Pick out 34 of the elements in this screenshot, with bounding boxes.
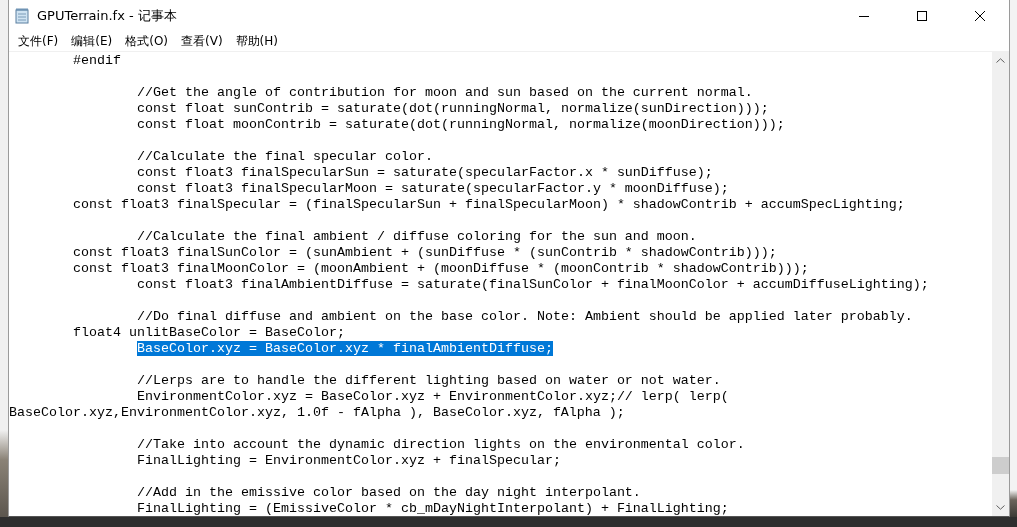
code-line: //Do final diffuse and ambient on the base color. Note: Ambient should be applied later probably. bbox=[137, 309, 913, 324]
menu-item[interactable]: 文件(F) bbox=[15, 32, 62, 50]
code-line: FinalLighting = (EmissiveColor * cb_mDayNightInterpolant) + FinalLighting; bbox=[137, 501, 729, 516]
code-line: const float3 finalSpecular = (finalSpecularSun + finalSpecularMoon) * shadowContrib + accumSpecLighting; bbox=[73, 197, 905, 212]
maximize-icon bbox=[917, 10, 927, 21]
code-line: //Add in the emissive color based on the day night interpolant. bbox=[137, 485, 641, 500]
scroll-thumb[interactable] bbox=[992, 457, 1009, 474]
code-line: FinalLighting = EnvironmentColor.xyz + finalSpecular; bbox=[137, 453, 561, 468]
code-line: float4 unlitBaseColor = BaseColor; bbox=[73, 325, 345, 340]
notepad-icon bbox=[15, 7, 29, 24]
menu-item[interactable]: 查看(V) bbox=[178, 32, 226, 50]
scroll-up-icon[interactable] bbox=[996, 58, 1005, 63]
menu-item[interactable]: 帮助(H) bbox=[232, 32, 281, 50]
code-line: const float3 finalSpecularMoon = saturate(specularFactor.y * moonDiffuse); bbox=[137, 181, 729, 196]
code-line: //Get the angle of contribution for moon and sun based on the current normal. bbox=[137, 85, 753, 100]
code-line: #endif bbox=[73, 53, 121, 68]
close-icon bbox=[975, 10, 985, 21]
menu-item[interactable]: 编辑(E) bbox=[68, 32, 116, 50]
code-line: const float sunContrib = saturate(dot(runningNormal, normalize(sunDirection))); bbox=[137, 101, 769, 116]
code-line: //Take into account the dynamic direction lights on the environmental color. bbox=[137, 437, 745, 452]
code-line: //Lerps are to handle the different lighting based on water or not water. bbox=[137, 373, 721, 388]
code-line: BaseColor.xyz,EnvironmentColor.xyz, 1.0f - fAlpha ), BaseColor.xyz, fAlpha ); bbox=[9, 405, 625, 420]
code-line: const float3 finalSpecularSun = saturate(specularFactor.x * sunDiffuse); bbox=[137, 165, 713, 180]
code-line: const float3 finalAmbientDiffuse = saturate(finalSunColor + finalMoonColor + accumDiffuseLighting); bbox=[137, 277, 929, 292]
code-line: //Calculate the final specular color. bbox=[137, 149, 433, 164]
vertical-scrollbar[interactable] bbox=[992, 52, 1009, 516]
menu-item[interactable]: 格式(O) bbox=[122, 32, 172, 50]
code-line: const float3 finalMoonColor = (moonAmbient + (moonDiffuse * (moonContrib * shadowContrib))); bbox=[73, 261, 809, 276]
code-line: EnvironmentColor.xyz = BaseColor.xyz + EnvironmentColor.xyz;// lerp( lerp( bbox=[137, 389, 729, 404]
code-line: const float3 finalSunColor = (sunAmbient + (sunDiffuse * (sunContrib * shadowContrib))); bbox=[73, 245, 777, 260]
code-line: const float moonContrib = saturate(dot(runningNormal, normalize(moonDirection))); bbox=[137, 117, 785, 132]
window-title: GPUTerrain.fx - 记事本 bbox=[37, 6, 177, 25]
code-line: //Calculate the final ambient / diffuse coloring for the sun and moon. bbox=[137, 229, 697, 244]
scroll-down-icon[interactable] bbox=[996, 505, 1005, 510]
